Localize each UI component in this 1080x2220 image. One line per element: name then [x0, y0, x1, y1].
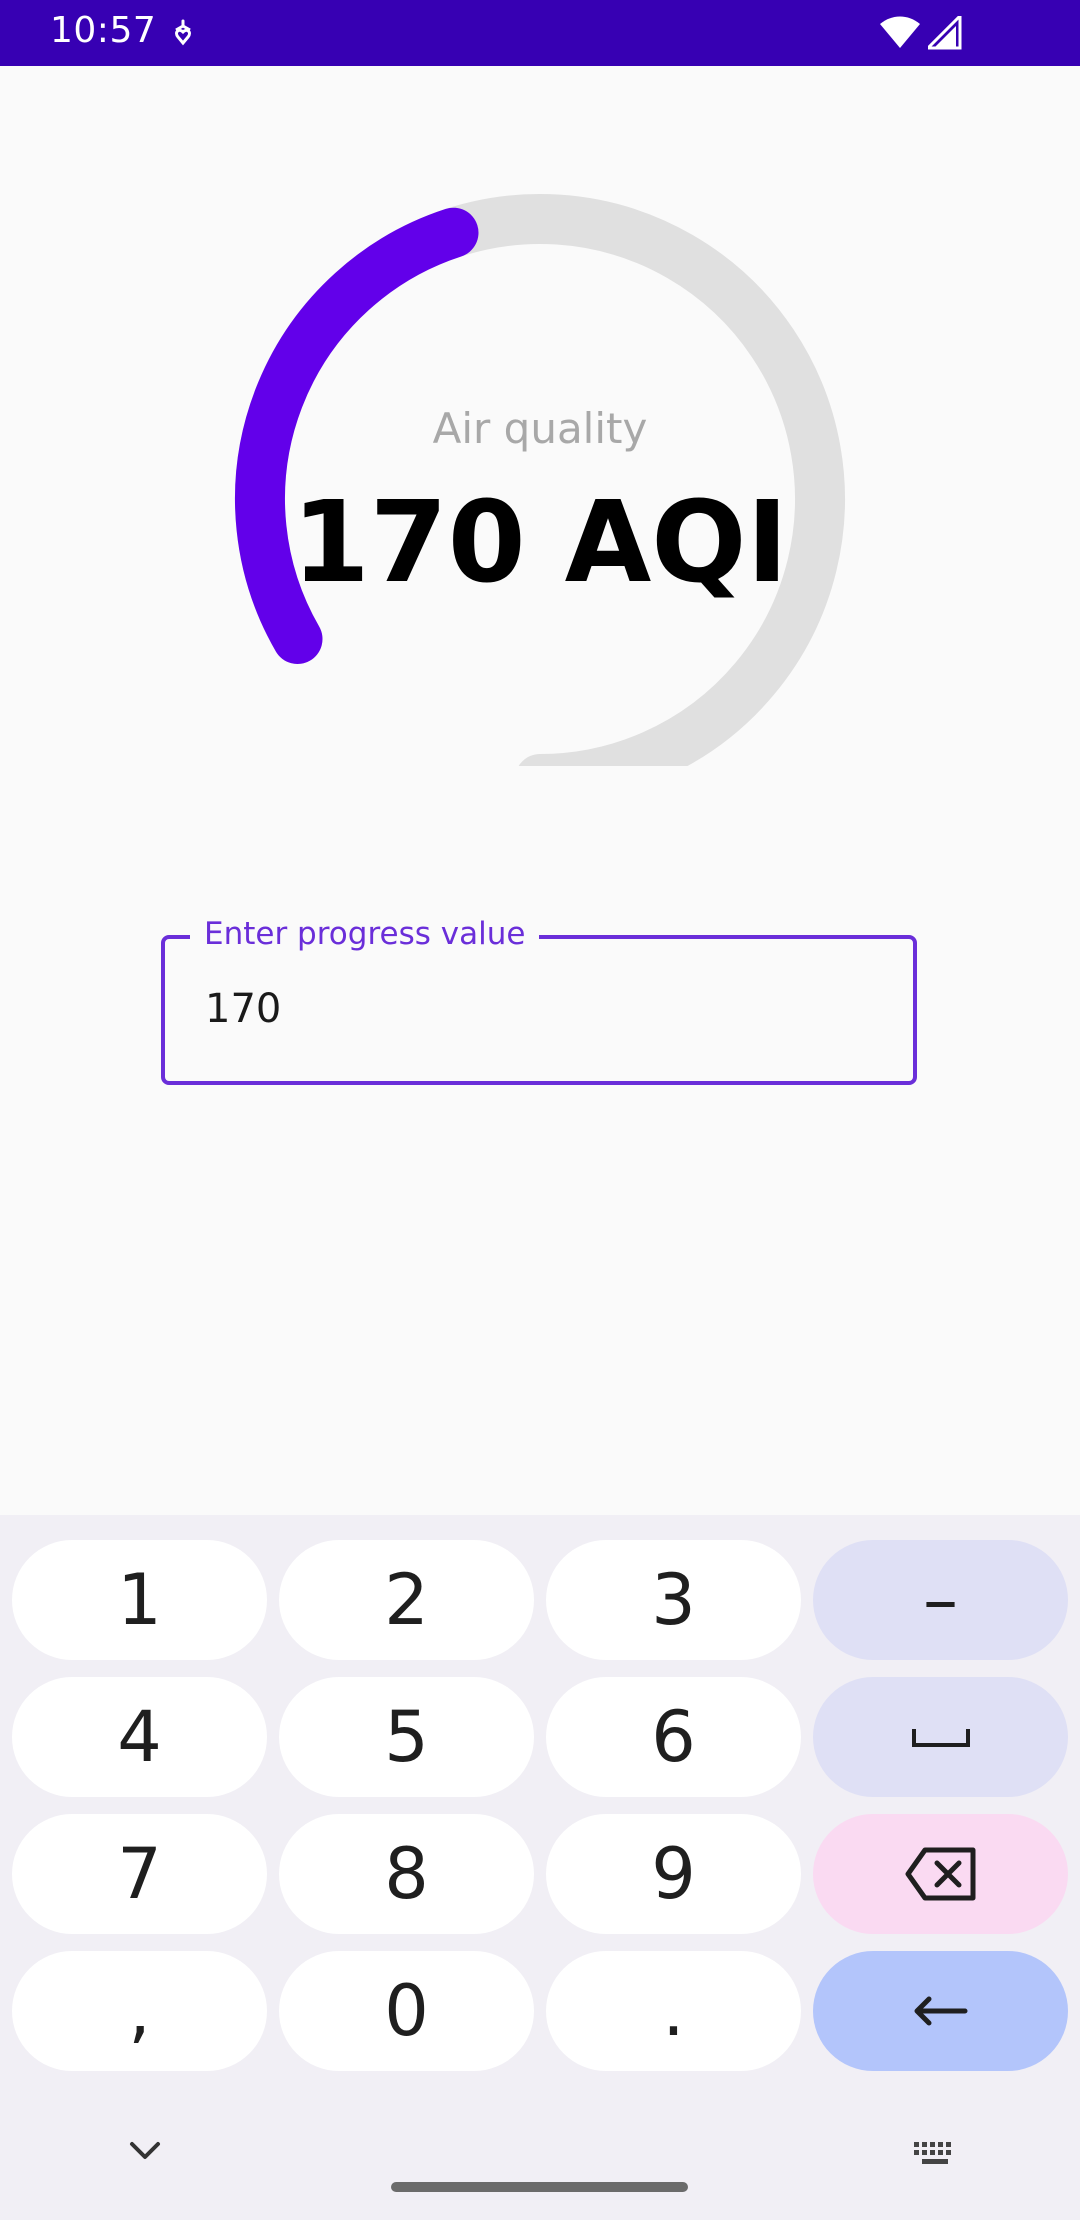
key-1[interactable]: 1	[12, 1540, 267, 1660]
home-indicator[interactable]	[391, 2182, 688, 2192]
notification-icon	[170, 18, 196, 53]
key-3[interactable]: 3	[546, 1540, 801, 1660]
key-comma[interactable]: ,	[12, 1951, 267, 2071]
key-9[interactable]: 9	[546, 1814, 801, 1934]
key-5[interactable]: 5	[279, 1677, 534, 1797]
wifi-icon	[880, 16, 920, 55]
cellular-signal-icon	[924, 12, 962, 55]
key-6[interactable]: 6	[546, 1677, 801, 1797]
space-icon	[911, 1729, 970, 1747]
backspace-icon	[905, 1847, 975, 1901]
key-0[interactable]: 0	[279, 1951, 534, 2071]
gauge-label: Air quality	[432, 404, 648, 453]
key-minus[interactable]: –	[813, 1540, 1068, 1660]
status-bar: 10:57	[0, 0, 1080, 66]
key-2[interactable]: 2	[279, 1540, 534, 1660]
key-enter[interactable]	[813, 1951, 1068, 2071]
status-time: 10:57	[50, 10, 157, 51]
progress-value-input[interactable]: 170	[205, 986, 281, 1032]
gauge-value: 170 AQI	[291, 478, 789, 608]
key-period[interactable]: .	[546, 1951, 801, 2071]
key-space[interactable]	[813, 1677, 1068, 1797]
air-quality-gauge: Air quality 170 AQI	[0, 66, 1080, 766]
key-backspace[interactable]	[813, 1814, 1068, 1934]
key-7[interactable]: 7	[12, 1814, 267, 1934]
chevron-down-icon[interactable]	[128, 2140, 162, 2167]
keyboard-icon[interactable]	[912, 2140, 958, 2173]
enter-arrow-icon	[914, 1996, 967, 2026]
progress-value-label: Enter progress value	[190, 916, 540, 952]
key-8[interactable]: 8	[279, 1814, 534, 1934]
key-4[interactable]: 4	[12, 1677, 267, 1797]
